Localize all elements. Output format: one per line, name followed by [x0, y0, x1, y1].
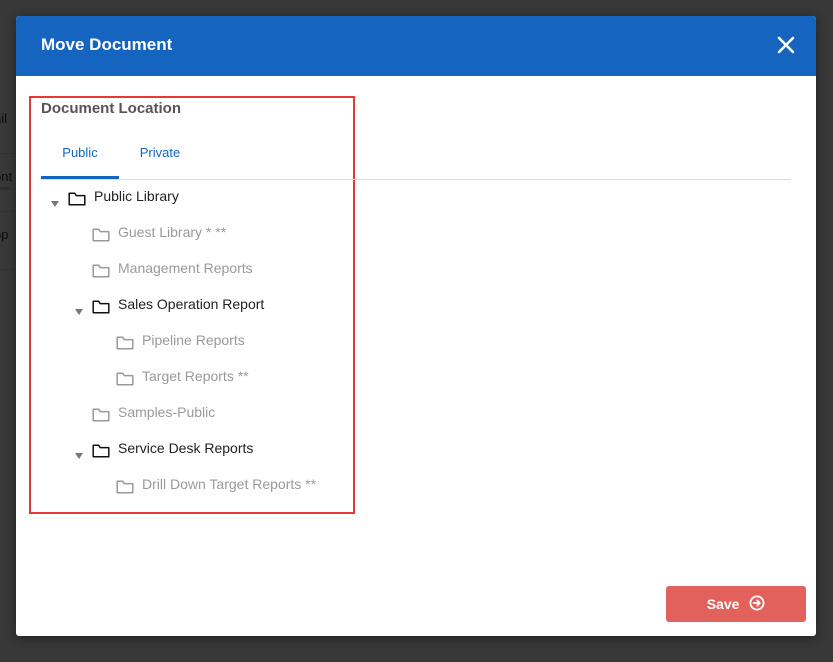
- tree-item-label: Target Reports **: [142, 368, 249, 384]
- move-document-dialog: Move Document Document Location Public P…: [16, 16, 816, 636]
- caret-spacer: [74, 264, 84, 274]
- caret-spacer: [74, 228, 84, 238]
- save-button-label: Save: [706, 596, 740, 612]
- tree-item[interactable]: Management Reports: [74, 256, 253, 280]
- tab-public[interactable]: Public: [41, 142, 119, 178]
- caret-spacer: [98, 336, 108, 346]
- tree-item[interactable]: Target Reports **: [98, 364, 249, 388]
- tree-item[interactable]: Guest Library * **: [74, 220, 226, 244]
- document-location-label: Document Location: [41, 100, 182, 117]
- tree-item[interactable]: Public Library: [50, 184, 179, 208]
- tree-item-label: Pipeline Reports: [142, 332, 245, 348]
- tree-item[interactable]: Pipeline Reports: [98, 328, 245, 352]
- folder-icon: [92, 261, 110, 278]
- save-button[interactable]: Save: [666, 586, 806, 622]
- folder-icon: [92, 297, 110, 314]
- folder-icon: [92, 225, 110, 242]
- caret-down-icon[interactable]: [74, 300, 84, 316]
- close-icon: [777, 36, 795, 54]
- folder-icon: [116, 369, 134, 386]
- caret-down-icon[interactable]: [50, 192, 60, 208]
- tree-item-label: Management Reports: [118, 260, 253, 276]
- folder-icon: [116, 333, 134, 350]
- folder-icon: [92, 405, 110, 422]
- tab-private[interactable]: Private: [131, 142, 189, 178]
- folder-icon: [116, 477, 134, 494]
- tree-item[interactable]: Service Desk Reports: [74, 436, 253, 460]
- dialog-title: Move Document: [41, 35, 173, 54]
- folder-icon: [68, 189, 86, 206]
- tree-item-label: Samples-Public: [118, 404, 216, 420]
- folder-icon: [92, 441, 110, 458]
- tree-item[interactable]: Drill Down Target Reports **: [98, 472, 316, 496]
- tree-item-label: Sales Operation Report: [118, 296, 265, 312]
- tree-item-label: Service Desk Reports: [118, 440, 254, 456]
- caret-spacer: [98, 480, 108, 490]
- caret-spacer: [98, 372, 108, 382]
- dialog-header: Move Document: [16, 16, 816, 76]
- caret-spacer: [74, 408, 84, 418]
- close-button[interactable]: [771, 30, 801, 60]
- tree-item-label: Public Library: [94, 188, 179, 204]
- tree-item[interactable]: Sales Operation Report: [74, 292, 264, 316]
- arrow-right-circle-icon: [749, 595, 765, 611]
- active-tab-indicator: [41, 176, 119, 179]
- caret-down-icon[interactable]: [74, 444, 84, 460]
- tree-item-label: Drill Down Target Reports **: [142, 476, 317, 492]
- tree-item[interactable]: Samples-Public: [74, 400, 215, 424]
- tree-item-label: Guest Library * **: [118, 224, 227, 240]
- location-tabs: Public Private: [41, 136, 791, 180]
